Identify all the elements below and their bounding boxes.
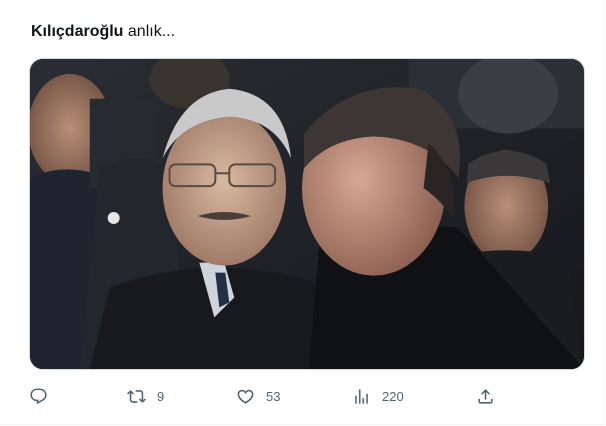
- views-count: 220: [382, 388, 404, 404]
- retweet-button[interactable]: 9: [126, 382, 164, 410]
- photo-illustration: [30, 59, 584, 369]
- like-button[interactable]: 53: [235, 382, 280, 410]
- retweet-icon: [126, 386, 146, 406]
- retweet-count: 9: [157, 388, 165, 404]
- tweet-card[interactable]: Kılıçdaroğlu anlık... 9 53 220: [0, 0, 605, 425]
- share-button[interactable]: [475, 382, 495, 410]
- reply-icon: [28, 386, 48, 406]
- tweet-media-photo[interactable]: [29, 58, 585, 370]
- tweet-actions-bar: 9 53 220: [0, 382, 604, 410]
- views-chart-icon: [351, 386, 371, 406]
- reply-button[interactable]: [28, 382, 59, 410]
- tweet-text-rest: anlık...: [123, 23, 176, 40]
- share-icon: [475, 386, 495, 406]
- heart-icon: [235, 386, 255, 406]
- views-button[interactable]: 220: [351, 382, 404, 410]
- tweet-text: Kılıçdaroğlu anlık...: [31, 22, 175, 42]
- tweet-text-bold-name: Kılıçdaroğlu: [31, 23, 124, 40]
- like-count: 53: [266, 388, 281, 404]
